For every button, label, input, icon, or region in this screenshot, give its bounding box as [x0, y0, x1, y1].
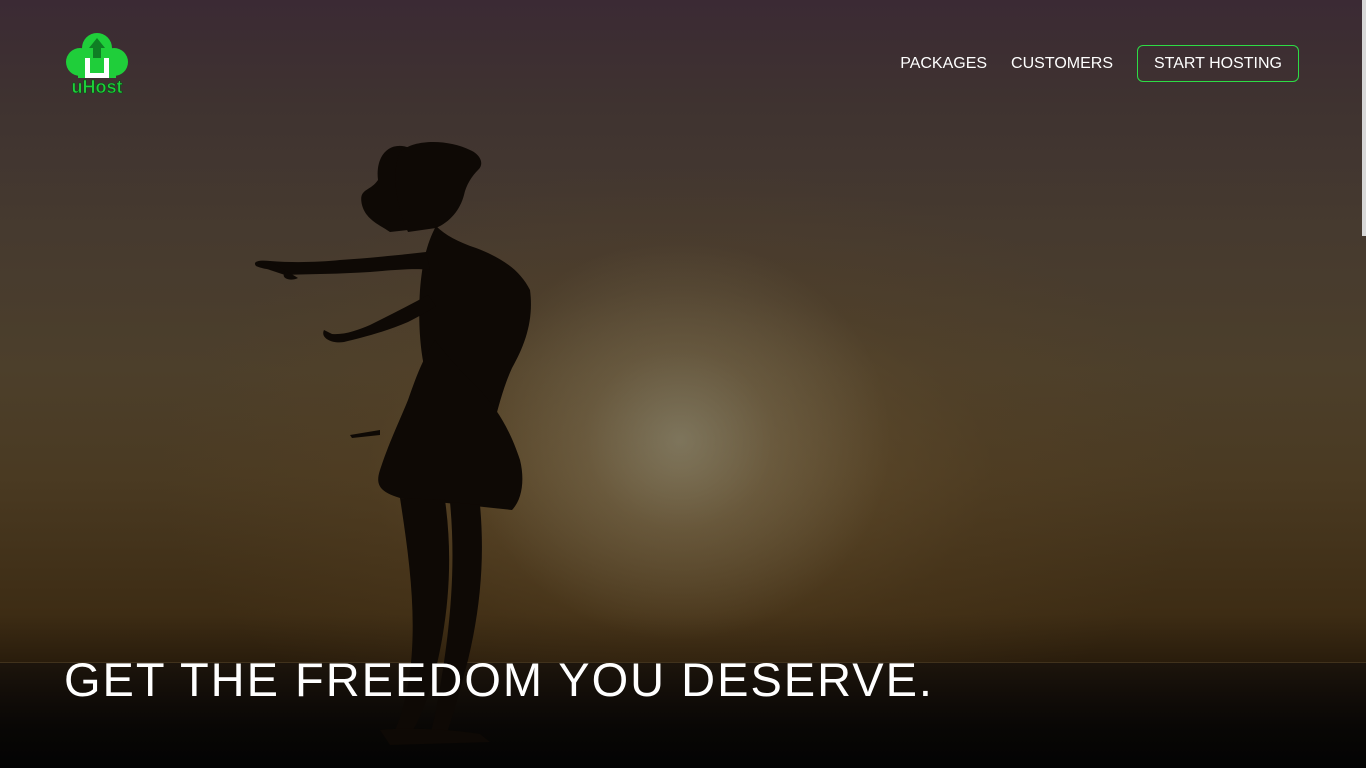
main-nav: PACKAGES CUSTOMERS START HOSTING — [900, 45, 1299, 82]
nav-link-packages[interactable]: PACKAGES — [900, 55, 987, 73]
hero-headline: GET THE FREEDOM YOU DESERVE. — [64, 653, 934, 706]
uhost-logo[interactable]: uHost — [62, 30, 132, 98]
hero-section: uHost PACKAGES CUSTOMERS START HOSTING G… — [0, 0, 1366, 768]
site-header: uHost PACKAGES CUSTOMERS START HOSTING — [0, 0, 1366, 128]
page-scrollbar[interactable] — [1362, 0, 1366, 236]
svg-text:uHost: uHost — [72, 77, 123, 97]
start-hosting-button[interactable]: START HOSTING — [1136, 45, 1299, 82]
nav-link-customers[interactable]: CUSTOMERS — [1011, 55, 1113, 73]
